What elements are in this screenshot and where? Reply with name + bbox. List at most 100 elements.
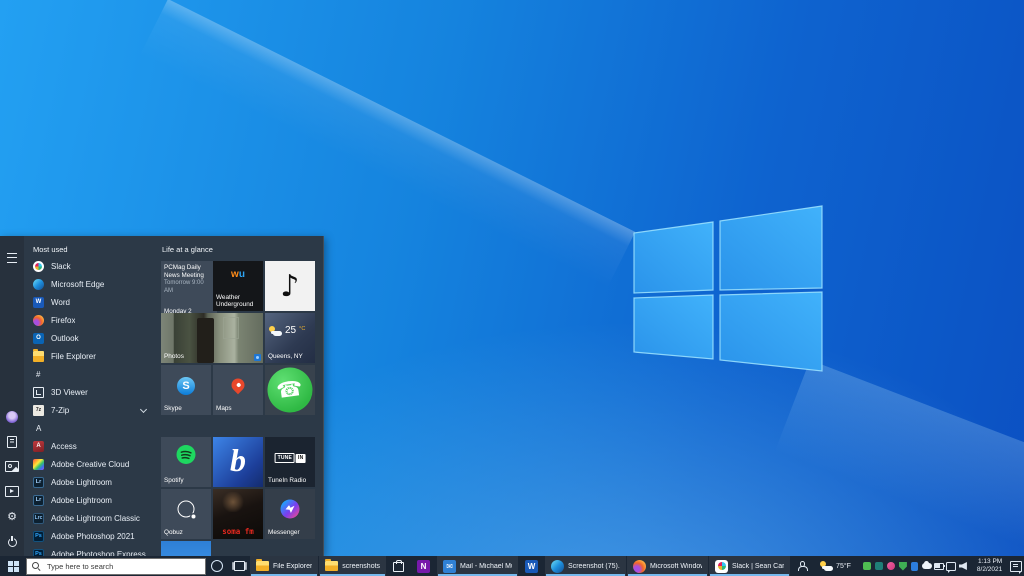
chevron-down-icon — [140, 406, 147, 413]
app-item-adobe-lightroom[interactable]: LrAdobe Lightroom — [24, 491, 156, 509]
search-input[interactable] — [45, 561, 200, 572]
app-item-3d-viewer[interactable]: 3D Viewer — [24, 383, 156, 401]
rail-settings-button[interactable]: ⚙ — [0, 504, 24, 529]
tile-messenger[interactable]: Messenger — [265, 489, 315, 539]
security-shield-icon — [899, 562, 907, 571]
store-bag-icon — [393, 562, 404, 572]
taskbar-button-label: File Explorer — [273, 563, 312, 570]
app-item-adobe-creative-cloud[interactable]: Adobe Creative Cloud — [24, 455, 156, 473]
app-item-label: 7-Zip — [51, 406, 69, 415]
app-item-firefox[interactable]: Firefox — [24, 311, 156, 329]
start-menu-rail: ⚙ — [0, 236, 24, 556]
app-item-microsoft-edge[interactable]: Microsoft Edge — [24, 275, 156, 293]
tile-maps[interactable]: Maps — [213, 365, 263, 415]
start-menu-app-list: Most usedSlackMicrosoft EdgeWWordFirefox… — [24, 236, 156, 556]
app-item-7-zip[interactable]: 7z 7-Zip — [24, 401, 156, 419]
tile-qobuz[interactable]: Qobuz — [161, 489, 211, 539]
lightroom-icon: Lr — [33, 477, 44, 488]
weather-sun-cloud-icon — [820, 561, 833, 571]
photoshop-icon: Ps — [33, 531, 44, 542]
app-item-outlook[interactable]: OOutlook — [24, 329, 156, 347]
taskbar-button-firefox[interactable]: Microsoft Window... — [627, 556, 708, 576]
tile-weather-underground[interactable]: wuWeather Underground — [213, 261, 263, 311]
cortana-button[interactable] — [206, 556, 228, 576]
clock-date: 8/2/2021 — [977, 566, 1002, 574]
taskbar-button-slack[interactable]: Slack | Sean Carro... — [709, 556, 790, 576]
sevenzip-icon: 7z — [33, 405, 44, 416]
app-item-access[interactable]: AAccess — [24, 437, 156, 455]
rail-account-button[interactable] — [0, 404, 24, 429]
clock-time: 1:13 PM — [977, 558, 1002, 566]
tile-soma-fm[interactable]: soma fm — [213, 489, 263, 539]
app-item-adobe-photoshop-express[interactable]: PsAdobe Photoshop Express — [24, 545, 156, 556]
taskbar-button-mail[interactable]: ✉Mail - Michael Mu... — [437, 556, 518, 576]
tile-weather[interactable]: 25°CQueens, NY — [265, 313, 315, 363]
action-center-button[interactable] — [1007, 556, 1024, 576]
tray-battery-button[interactable] — [934, 561, 944, 571]
tile-photos[interactable]: Photos — [161, 313, 263, 363]
whatsapp-icon: ☎ — [268, 368, 313, 413]
taskbar-button-screenshots[interactable]: screenshots — [319, 556, 386, 576]
app-section-header-a: A — [24, 419, 156, 437]
taskbar-button-edge[interactable]: Screenshot (75).pn... — [545, 556, 626, 576]
tunein-badge-icon: TUNEIN — [275, 453, 306, 463]
taskbar-button-word[interactable]: W — [519, 556, 544, 576]
documents-icon — [7, 436, 17, 448]
tray-status-green-button[interactable] — [862, 561, 872, 571]
pictures-icon — [5, 461, 19, 472]
app-item-adobe-photoshop-2021[interactable]: Ps Adobe Photoshop 2021 — [24, 527, 156, 545]
tile-calendar[interactable]: PCMag Daily News MeetingTomorrow 9:00 AM… — [161, 261, 217, 317]
tray-security-shield-button[interactable] — [898, 561, 908, 571]
tile-partial-tile[interactable] — [161, 541, 211, 556]
firefox-icon — [633, 560, 646, 573]
taskbar-weather[interactable]: 75°F — [820, 561, 851, 571]
tile-spotify[interactable]: Spotify — [161, 437, 211, 487]
tray-onedrive-cloud-button[interactable] — [922, 561, 932, 571]
tile-label: TuneIn Radio — [268, 477, 306, 485]
access-icon: A — [33, 441, 44, 452]
app-item-adobe-lightroom[interactable]: LrAdobe Lightroom — [24, 473, 156, 491]
task-view-button[interactable] — [228, 556, 250, 576]
tray-volume-button[interactable] — [958, 561, 968, 571]
rail-menu-button[interactable] — [0, 245, 24, 270]
app-item-file-explorer[interactable]: File Explorer — [24, 347, 156, 365]
search-icon — [32, 562, 41, 571]
photos-app-icon — [254, 354, 261, 361]
tile-whatsapp[interactable]: ☎ — [265, 365, 315, 415]
rail-videos-button[interactable] — [0, 479, 24, 504]
rail-power-button[interactable] — [0, 529, 24, 554]
rail-documents-button[interactable] — [0, 429, 24, 454]
soma-fm-caption: soma fm — [213, 527, 263, 536]
account-icon — [6, 411, 18, 423]
tray-app-pink-button[interactable] — [886, 561, 896, 571]
app-item-adobe-lightroom-classic[interactable]: LrcAdobe Lightroom Classic — [24, 509, 156, 527]
taskbar-button-microsoft-store[interactable] — [387, 556, 410, 576]
app-item-slack[interactable]: Slack — [24, 257, 156, 275]
tile-skype[interactable]: SSkype — [161, 365, 211, 415]
weather-underground-icon: wu — [231, 269, 245, 280]
skype-icon: S — [177, 377, 195, 395]
tile-tunein-radio[interactable]: TUNEIN TuneIn Radio — [265, 437, 315, 487]
start-button[interactable] — [0, 556, 26, 576]
map-pin-icon — [229, 376, 247, 394]
weather-temp: 25 — [285, 326, 296, 336]
taskbar-button-onenote[interactable]: N — [411, 556, 436, 576]
taskbar-button-file-explorer[interactable]: File Explorer — [250, 556, 318, 576]
app-item-label: Outlook — [51, 334, 79, 343]
folder-icon — [256, 561, 269, 571]
taskbar-clock[interactable]: 1:13 PM 8/2/2021 — [977, 558, 1002, 575]
people-button[interactable] — [791, 556, 813, 576]
taskbar-search[interactable] — [26, 558, 206, 575]
app-blue-icon — [911, 562, 918, 571]
app-item-word[interactable]: WWord — [24, 293, 156, 311]
rail-pictures-button[interactable] — [0, 454, 24, 479]
edge-icon — [551, 560, 564, 573]
tiles-header: Life at a glance — [156, 242, 323, 257]
start-menu-tiles: Life at a glance PCMag Daily News Meetin… — [156, 236, 323, 556]
tray-app-teal-button[interactable] — [874, 561, 884, 571]
tile-bandcamp[interactable]: b — [213, 437, 263, 487]
tray-chat-button[interactable] — [946, 561, 956, 571]
tray-app-blue-button[interactable] — [910, 561, 920, 571]
app-item-label: Adobe Photoshop 2021 — [51, 532, 135, 541]
tile-music[interactable]: ♪ — [265, 261, 315, 311]
